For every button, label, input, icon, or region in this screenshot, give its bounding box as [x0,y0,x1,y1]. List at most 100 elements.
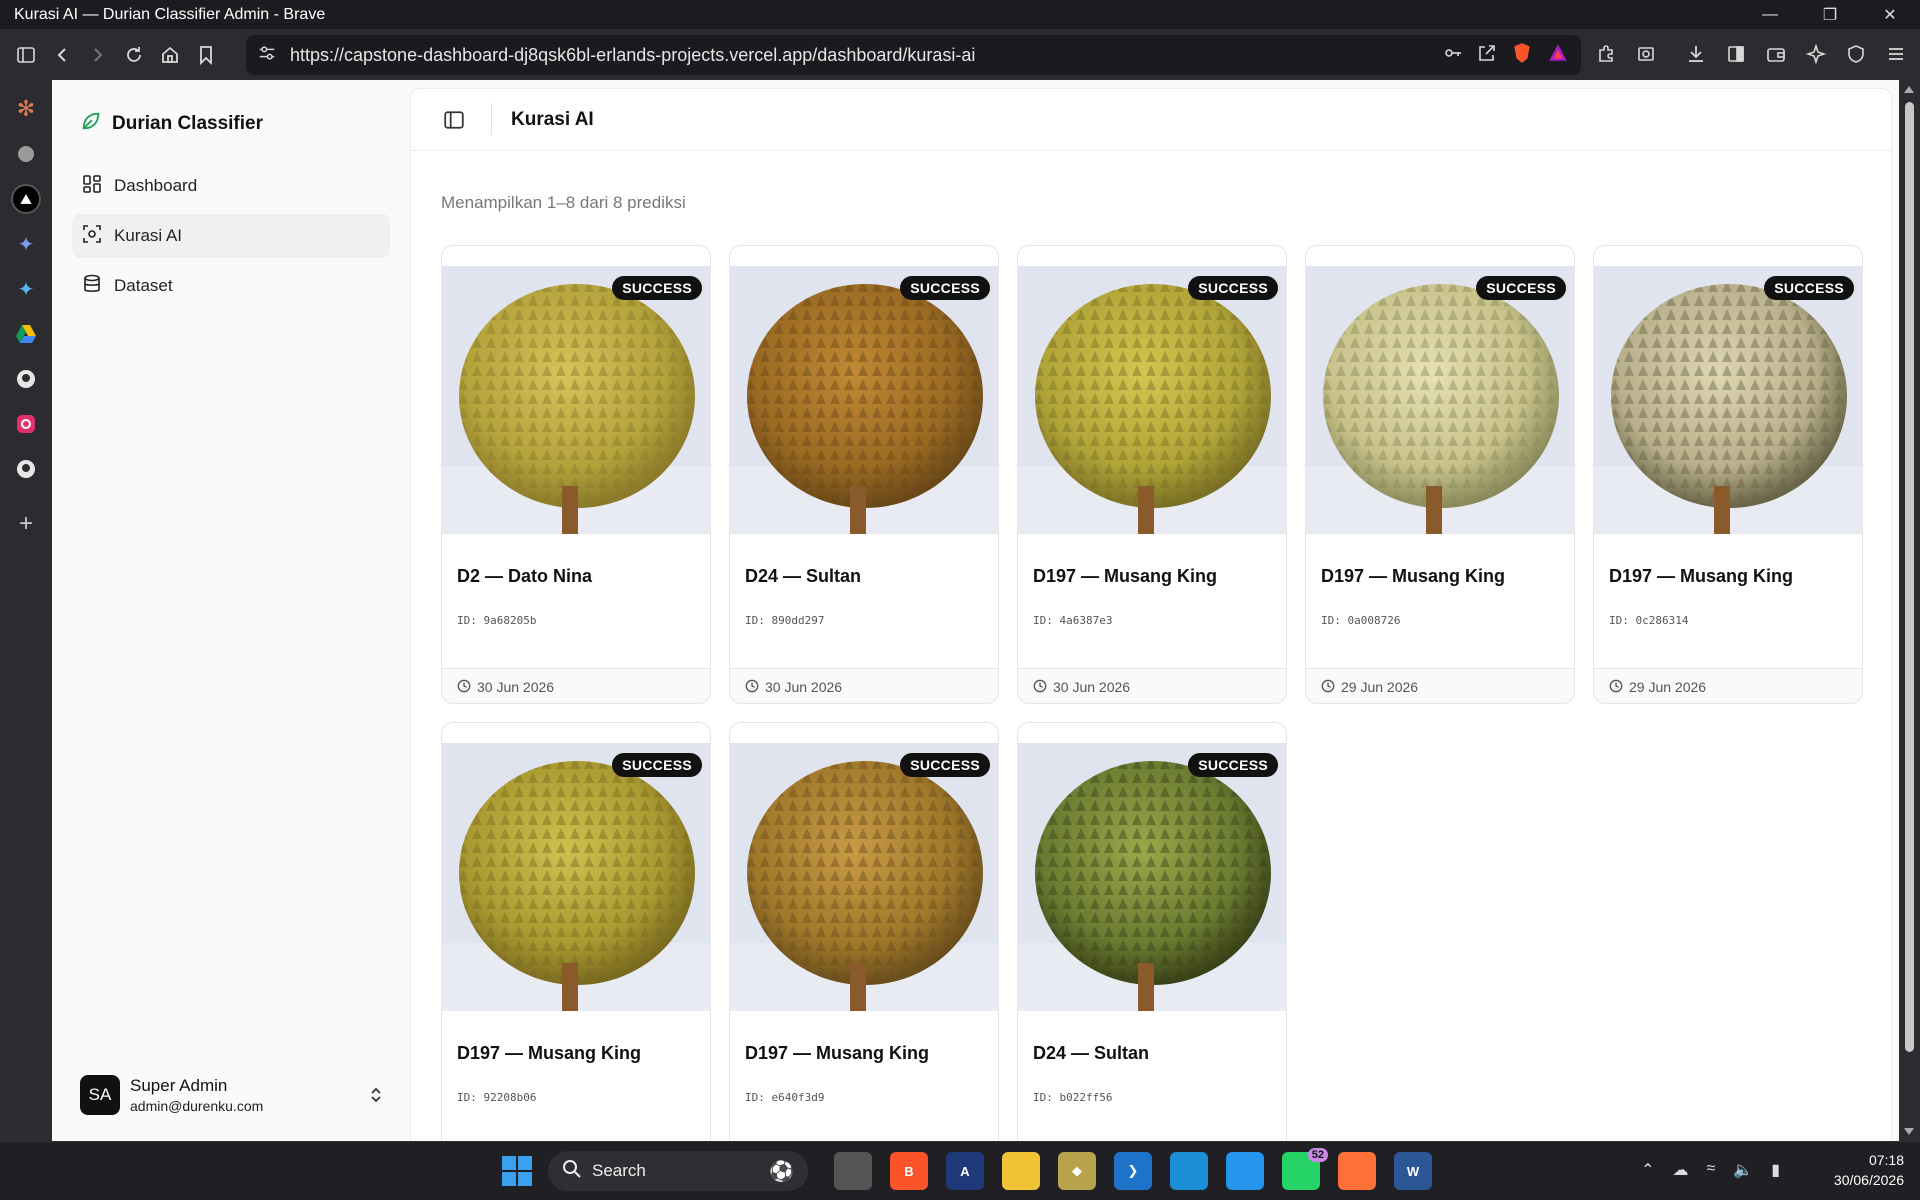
docker-icon[interactable] [1226,1152,1264,1190]
durian-image [442,743,710,1011]
prediction-card[interactable]: SUCCESS D197 — Musang King ID: 4a6387e3 30 … [1017,245,1287,704]
status-badge: SUCCESS [612,753,702,777]
taskbar-search[interactable]: Search ⚽ [548,1151,808,1191]
whatsapp-badge: 52 [1307,1148,1328,1162]
sidepanel-icon[interactable] [1718,36,1754,72]
sidebar-item-kurasi-ai[interactable]: Kurasi AI [72,214,390,258]
gemini-icon[interactable]: ✦ [11,229,41,259]
claude-icon[interactable]: ✻ [11,94,41,124]
prediction-card[interactable]: SUCCESS D197 — Musang King ID: 0c286314 29 … [1593,245,1863,704]
durian-image [730,266,998,534]
card-footer: 29 Jun 2026 [1594,668,1862,703]
whatsapp-icon[interactable]: 52 [1282,1148,1328,1190]
restore-button[interactable]: ❐ [1800,0,1860,29]
brave-shields-icon[interactable] [1511,42,1533,69]
card-date: 30 Jun 2026 [1053,679,1131,695]
git-app-icon[interactable]: ◆ [1058,1152,1096,1190]
menu-icon[interactable] [1878,36,1914,72]
sidebar-collapse-icon[interactable] [443,109,465,131]
back-icon[interactable] [44,37,80,73]
file-explorer-icon[interactable] [1002,1152,1040,1190]
card-id: ID: 890dd297 [745,614,825,627]
sidebar-item-dataset[interactable]: Dataset [72,264,390,308]
share-icon[interactable] [1477,43,1497,68]
window-title: Kurasi AI — Durian Classifier Admin - Br… [14,5,326,23]
card-id: ID: 9a68205b [457,614,537,627]
user-name: Super Admin [130,1076,228,1095]
wallet-icon[interactable] [1758,36,1794,72]
brand[interactable]: Durian Classifier [80,110,263,138]
github-alt-icon[interactable] [11,454,41,484]
clock-date: 30/06/2026 [1833,1172,1904,1188]
globe-icon[interactable] [11,139,41,169]
prediction-card[interactable]: SUCCESS D24 — Sultan ID: b022ff56 [1017,722,1287,1141]
extensions-icon[interactable] [1588,36,1624,72]
prediction-card[interactable]: SUCCESS D197 — Musang King ID: e640f3d9 [729,722,999,1141]
card-id: ID: 0a008726 [1321,614,1401,627]
clock[interactable]: 07:18 30/06/2026 [1834,1150,1904,1190]
windows-start-icon[interactable] [502,1156,532,1186]
scroll-up-icon[interactable] [1904,86,1914,93]
scroll-down-icon[interactable] [1904,1128,1914,1135]
forward-icon[interactable] [80,37,116,73]
header-divider [491,103,492,135]
volume-icon[interactable]: 🔈 [1733,1160,1753,1180]
windows-taskbar: Search ⚽ B A ◆ ❯ 52 W ⌃ ☁ ≈ 🔈 ▮ 07:18 30… [0,1141,1920,1200]
status-badge: SUCCESS [1188,276,1278,300]
postgres-icon[interactable] [1170,1152,1208,1190]
bookmark-icon[interactable] [188,37,224,73]
chevron-up-icon[interactable]: ⌃ [1641,1160,1654,1180]
site-settings-icon[interactable] [258,44,276,67]
clock-icon [1321,679,1335,696]
key-icon[interactable] [1443,43,1463,68]
address-bar[interactable]: https://capstone-dashboard-dj8qsk6bl-erl… [246,35,1581,75]
sidebar-item-label: Dashboard [114,176,198,195]
sidebar-item-dashboard[interactable]: Dashboard [72,164,390,208]
brave-rewards-icon[interactable] [1547,42,1569,69]
battery-icon[interactable]: ▮ [1771,1160,1780,1180]
add-panel-icon[interactable]: + [11,509,41,539]
prediction-card[interactable]: SUCCESS D24 — Sultan ID: 890dd297 30 Jun 20… [729,245,999,704]
prediction-card[interactable]: SUCCESS D2 — Dato Nina ID: 9a68205b 30 Jun … [441,245,711,704]
system-tray: ⌃ ☁ ≈ 🔈 ▮ [1641,1160,1780,1180]
editor-app-icon[interactable]: A [946,1152,984,1190]
main-header: Kurasi AI [411,89,1891,151]
vercel-icon[interactable] [11,184,41,214]
card-footer: 30 Jun 2026 [730,668,998,703]
clock-icon [1609,679,1623,696]
sidebar-toggle-icon[interactable] [8,37,44,73]
vscode-icon[interactable]: ❯ [1114,1152,1152,1190]
reload-icon[interactable] [116,37,152,73]
scroll-thumb[interactable] [1905,102,1914,1052]
home-icon[interactable] [152,37,188,73]
wifi-icon[interactable]: ≈ [1706,1160,1715,1180]
vpn-icon[interactable] [1838,36,1874,72]
prediction-card[interactable]: SUCCESS D197 — Musang King ID: 0a008726 29 … [1305,245,1575,704]
instagram-icon[interactable] [11,409,41,439]
screenshot-icon[interactable] [1628,36,1664,72]
minimize-button[interactable]: — [1740,0,1800,29]
search-label: Search [592,1161,646,1180]
durian-image [442,266,710,534]
brave-app-icon[interactable]: B [890,1152,928,1190]
task-view-icon[interactable] [834,1152,872,1190]
github-icon[interactable] [11,364,41,394]
onedrive-icon[interactable]: ☁ [1672,1160,1688,1180]
prediction-card[interactable]: SUCCESS D197 — Musang King ID: 92208b06 [441,722,711,1141]
card-date: 29 Jun 2026 [1629,679,1707,695]
download-icon[interactable] [1678,36,1714,72]
page-scrollbar[interactable] [1899,80,1920,1141]
dashboard-icon [82,174,102,199]
google-drive-icon[interactable] [11,319,41,349]
firefox-icon[interactable] [1338,1152,1376,1190]
card-id: ID: e640f3d9 [745,1091,825,1104]
card-title: D24 — Sultan [1033,1043,1150,1063]
word-icon[interactable]: W [1394,1152,1432,1190]
user-menu[interactable]: SA Super Admin admin@durenku.com [80,1073,384,1117]
leo-ai-icon[interactable] [1798,36,1834,72]
close-button[interactable]: ✕ [1860,0,1920,29]
main-content: Kurasi AI Menampilkan 1–8 dari 8 prediks… [410,88,1892,1141]
gemini-alt-icon[interactable]: ✦ [11,274,41,304]
card-title: D2 — Dato Nina [457,566,593,586]
status-badge: SUCCESS [900,753,990,777]
